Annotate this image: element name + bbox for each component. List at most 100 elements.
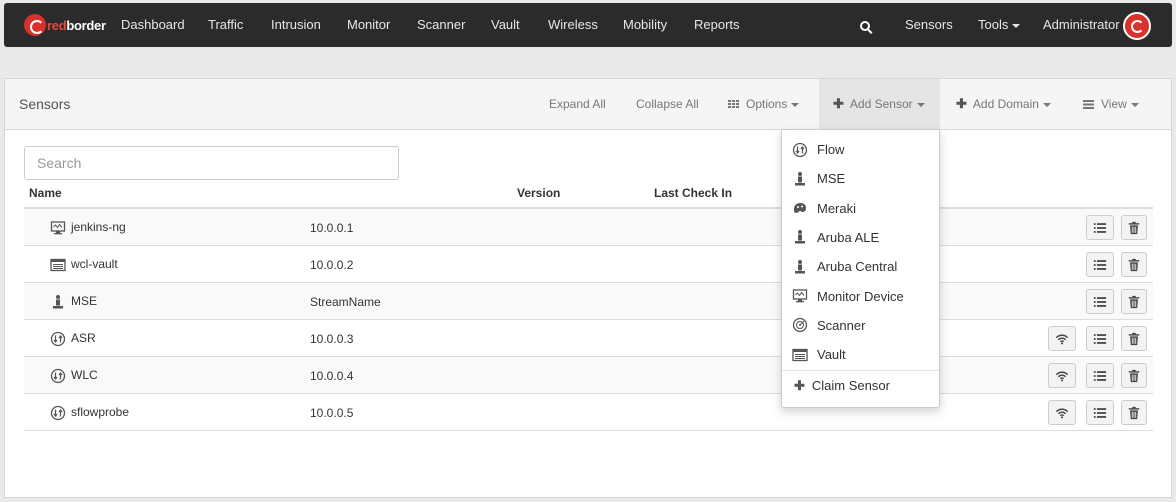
delete-button[interactable] (1121, 363, 1147, 388)
sensor-ip: 10.0.0.3 (310, 332, 354, 346)
expand-all-button[interactable]: Expand All (549, 79, 606, 129)
sensors-panel: Sensors Expand All Collapse All Options … (4, 78, 1172, 498)
list-icon (1093, 332, 1107, 346)
flow-icon (50, 368, 66, 384)
details-button[interactable] (1086, 215, 1114, 240)
wireless-button[interactable] (1048, 400, 1076, 425)
table-row[interactable]: sflowprobe 10.0.0.5 (24, 394, 1153, 431)
vault-icon (792, 347, 817, 363)
nav-wireless[interactable]: Wireless (548, 17, 598, 32)
nav-tools[interactable]: Tools (978, 17, 1021, 32)
claim-sensor-menu-item[interactable]: ✚ Claim Sensor (782, 371, 939, 400)
mse-icon (50, 294, 66, 309)
nav-monitor[interactable]: Monitor (347, 17, 390, 32)
column-header-last-check-in[interactable]: Last Check In (654, 186, 732, 200)
redborder-logo-icon (24, 14, 46, 36)
search-input[interactable] (24, 146, 399, 180)
options-button[interactable]: Options (728, 79, 800, 129)
details-button[interactable] (1086, 363, 1114, 388)
sensor-name[interactable]: wcl-vault (50, 257, 118, 272)
menu-item-label: Flow (817, 142, 845, 157)
aruba-ale-icon (792, 229, 817, 245)
nav-sensors[interactable]: Sensors (905, 17, 953, 32)
trash-icon (1127, 369, 1141, 383)
menu-item-label: MSE (817, 171, 846, 187)
meraki-icon (792, 200, 817, 216)
sensor-ip: 10.0.0.4 (310, 369, 354, 383)
table-row[interactable]: WLC 10.0.0.4 (24, 357, 1153, 394)
sensor-name[interactable]: ASR (50, 331, 96, 347)
nav-scanner[interactable]: Scanner (417, 17, 465, 32)
claim-sensor-label: Claim Sensor (811, 378, 890, 393)
add-sensor-menu-item-flow[interactable]: Flow (782, 135, 939, 164)
wifi-icon (1055, 406, 1069, 420)
sensor-name-label: WLC (71, 368, 98, 382)
chevron-down-icon (1130, 102, 1139, 107)
list-icon (1093, 258, 1107, 272)
nav-traffic[interactable]: Traffic (208, 17, 243, 32)
add-domain-button[interactable]: ✚ Add Domain (956, 79, 1051, 129)
nav-reports[interactable]: Reports (694, 17, 740, 32)
sensor-ip: 10.0.0.2 (310, 258, 354, 272)
delete-button[interactable] (1121, 289, 1147, 314)
table-row[interactable]: wcl-vault 10.0.0.2 (24, 246, 1153, 283)
search-icon[interactable] (860, 21, 870, 31)
add-sensor-menu-item-vault[interactable]: Vault (782, 340, 939, 369)
plus-icon: ✚ (956, 96, 967, 111)
column-header-version[interactable]: Version (517, 186, 560, 200)
delete-button[interactable] (1121, 400, 1147, 425)
nav-dashboard[interactable]: Dashboard (121, 17, 185, 32)
add-sensor-menu-item-aruba-ale[interactable]: Aruba ALE (782, 223, 939, 252)
nav-vault[interactable]: Vault (491, 17, 520, 32)
details-button[interactable] (1086, 400, 1114, 425)
redborder-logo[interactable]: redborder (24, 14, 106, 36)
details-button[interactable] (1086, 326, 1114, 351)
sensor-name[interactable]: jenkins-ng (50, 220, 126, 235)
delete-button[interactable] (1121, 215, 1147, 240)
sensor-name[interactable]: WLC (50, 368, 98, 384)
scanner-icon (792, 317, 817, 333)
menu-item-label: Monitor Device (817, 288, 904, 304)
add-sensor-button[interactable]: ✚ Add Sensor (819, 79, 940, 129)
add-domain-label: Add Domain (972, 97, 1039, 111)
view-button[interactable]: View (1083, 79, 1139, 129)
view-label: View (1101, 97, 1127, 111)
delete-button[interactable] (1121, 252, 1147, 277)
avatar[interactable] (1123, 12, 1151, 40)
wifi-icon (1055, 369, 1069, 383)
menu-item-label: Aruba Central (817, 259, 898, 275)
list-icon (1093, 221, 1107, 235)
aruba-central-icon (792, 259, 817, 275)
list-icon (1083, 100, 1094, 109)
add-sensor-menu-item-scanner[interactable]: Scanner (782, 311, 939, 340)
trash-icon (1127, 258, 1141, 272)
list-icon (1093, 295, 1107, 309)
sensor-name-label: wcl-vault (71, 257, 118, 271)
sensor-name-label: ASR (71, 331, 96, 345)
add-sensor-menu-item-aruba-central[interactable]: Aruba Central (782, 252, 939, 281)
add-sensor-menu-item-mse[interactable]: MSE (782, 164, 939, 193)
details-button[interactable] (1086, 252, 1114, 277)
table-row[interactable]: MSE StreamName (24, 283, 1153, 320)
trash-icon (1127, 221, 1141, 235)
add-sensor-menu-item-meraki[interactable]: Meraki (782, 194, 939, 223)
grid-icon (728, 100, 739, 109)
wireless-button[interactable] (1048, 363, 1076, 388)
collapse-all-button[interactable]: Collapse All (636, 79, 699, 129)
details-button[interactable] (1086, 289, 1114, 314)
top-navbar: redborder Dashboard Traffic Intrusion Mo… (4, 3, 1172, 47)
table-row[interactable]: ASR 10.0.0.3 (24, 320, 1153, 357)
nav-intrusion[interactable]: Intrusion (271, 17, 321, 32)
table-row[interactable]: jenkins-ng 10.0.0.1 (24, 209, 1153, 246)
wireless-button[interactable] (1048, 326, 1076, 351)
nav-user-name[interactable]: Administrator (1043, 17, 1120, 32)
chevron-down-icon (916, 102, 925, 107)
add-sensor-label: Add Sensor (849, 97, 913, 111)
sensor-ip: StreamName (310, 295, 381, 309)
sensor-name[interactable]: MSE (50, 294, 97, 309)
delete-button[interactable] (1121, 326, 1147, 351)
nav-mobility[interactable]: Mobility (623, 17, 667, 32)
add-sensor-menu-item-monitor-device[interactable]: Monitor Device (782, 282, 939, 311)
sensor-name[interactable]: sflowprobe (50, 405, 129, 421)
column-header-name[interactable]: Name (29, 186, 62, 200)
